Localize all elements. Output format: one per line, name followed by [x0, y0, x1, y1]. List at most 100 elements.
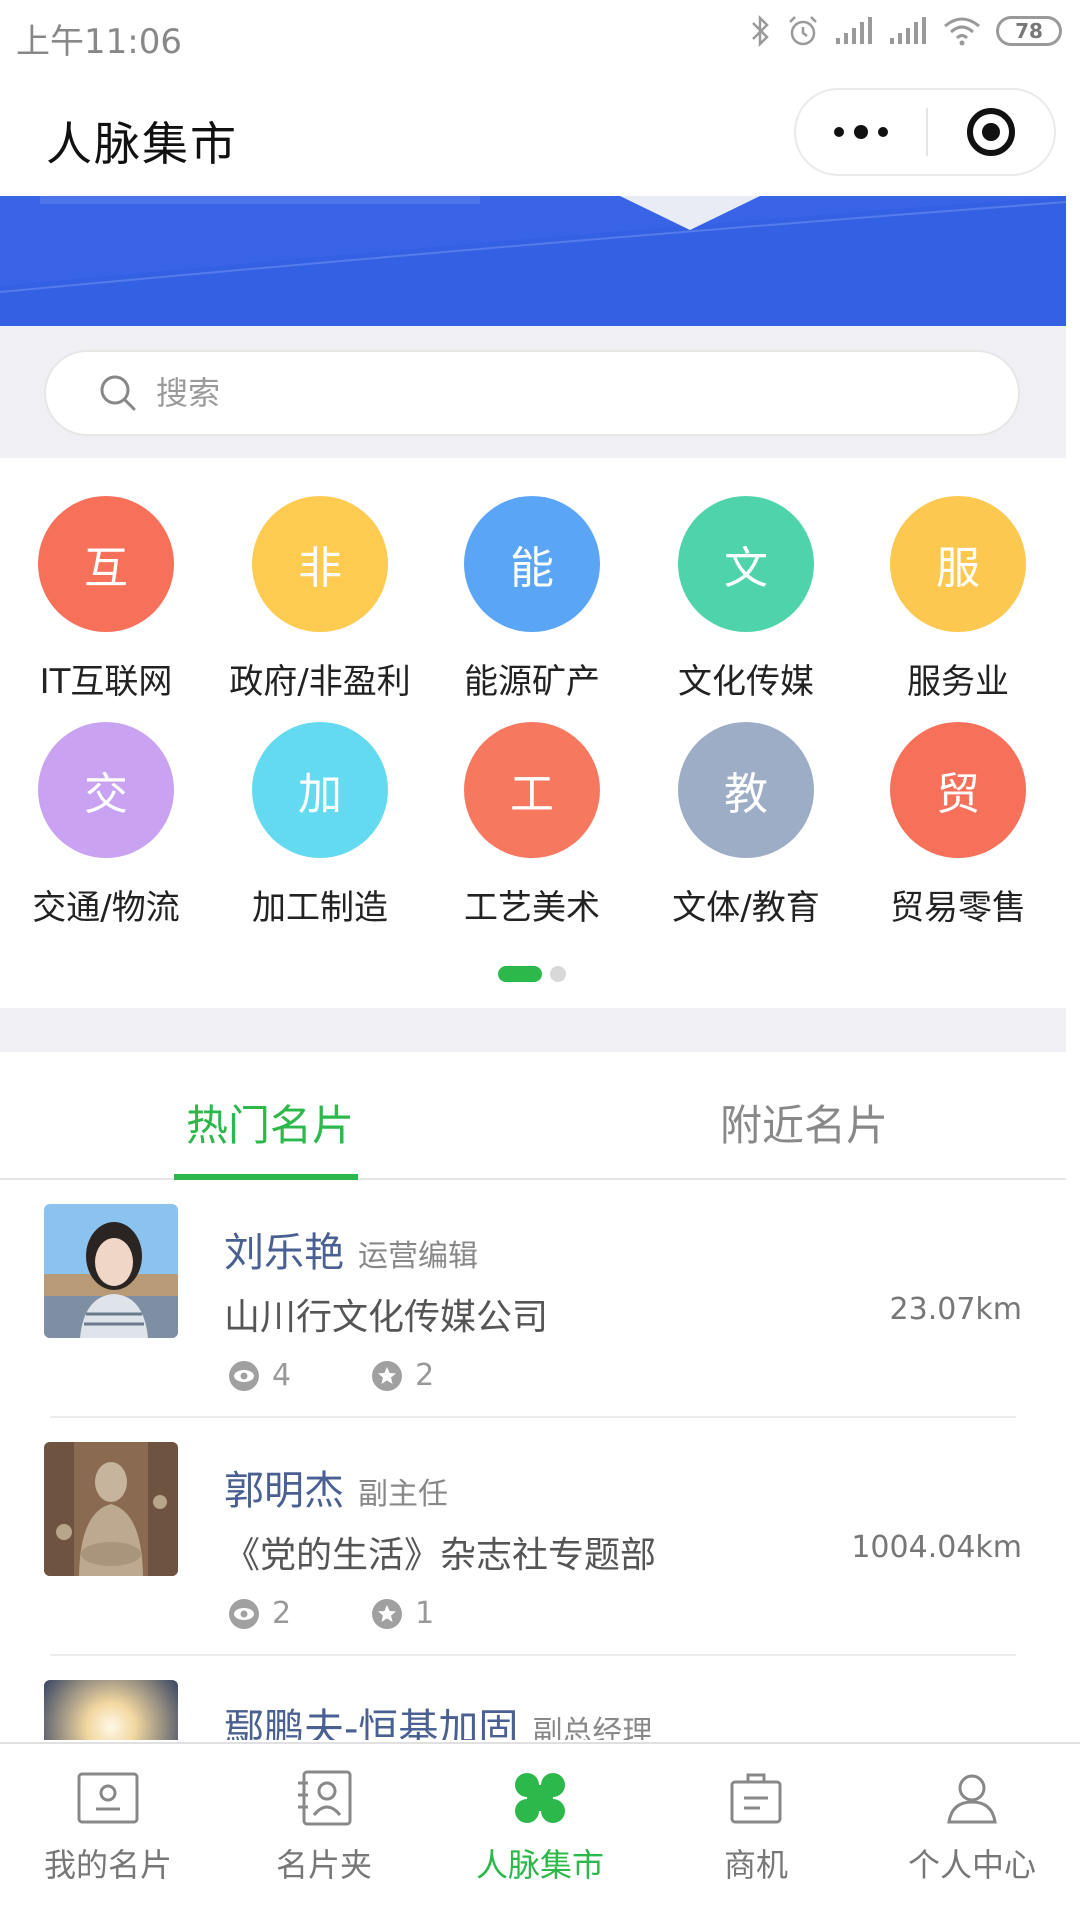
contact-role: 副总经理	[532, 1715, 653, 1740]
search-area	[0, 326, 1066, 458]
category-crafts[interactable]: 工 工艺美术	[432, 722, 632, 929]
battery-icon: 78	[996, 16, 1062, 46]
category-icon: 交	[38, 722, 174, 858]
category-label: 交通/物流	[32, 888, 180, 928]
search-icon	[100, 375, 136, 411]
contact-name: 刘乐艳 运营编辑	[224, 1230, 478, 1276]
page-dot	[550, 966, 566, 982]
contact-distance: 23.07km	[889, 1292, 1022, 1327]
nav-label: 个人中心	[907, 1846, 1036, 1884]
card-tabs: 热门名片 附近名片	[0, 1052, 1066, 1180]
avatar	[44, 1680, 178, 1740]
contact-name: 鄢鹏夫-恒基加固 副总经理	[224, 1696, 652, 1740]
category-retail[interactable]: 贸 贸易零售	[858, 722, 1058, 929]
bluetooth-icon	[752, 14, 769, 48]
category-label: 能源矿产	[464, 662, 600, 702]
bottom-nav: 我的名片 名片夹 人脉集市 商机 个人中心	[0, 1742, 1080, 1920]
section-divider	[0, 1008, 1066, 1052]
category-icon: 贸	[890, 722, 1026, 858]
category-education[interactable]: 教 文体/教育	[646, 722, 846, 929]
category-label: 文体/教育	[672, 888, 820, 928]
category-icon: 文	[678, 496, 814, 632]
category-row: 互 IT互联网 非 政府/非盈利 能 能源矿产 文 文化传媒 服 服务业	[0, 496, 1066, 706]
category-icon: 互	[38, 496, 174, 632]
category-energy[interactable]: 能 能源矿产	[432, 496, 632, 703]
category-media[interactable]: 文 文化传媒	[646, 496, 846, 703]
target-icon	[967, 108, 1015, 156]
nav-market[interactable]: 人脉集市	[432, 1744, 648, 1920]
category-government[interactable]: 非 政府/非盈利	[220, 496, 420, 703]
search-input[interactable]	[156, 374, 856, 412]
category-label: 政府/非盈利	[229, 662, 411, 702]
category-label: 贸易零售	[890, 888, 1026, 928]
signal-icon	[890, 17, 926, 44]
eye-icon	[229, 1360, 259, 1391]
view-count: 4	[228, 1358, 291, 1393]
category-label: IT互联网	[39, 662, 173, 702]
card-list: 刘乐艳 运营编辑 山川行文化传媒公司 23.07km 4 2 郭明杰 副主任 《…	[0, 1180, 1066, 1740]
alarm-icon	[789, 16, 817, 46]
eye-icon	[229, 1598, 259, 1629]
contact-name: 郭明杰 副主任	[224, 1468, 448, 1514]
list-item[interactable]: 刘乐艳 运营编辑 山川行文化传媒公司 23.07km 4 2	[0, 1180, 1066, 1418]
status-bar: 上午11:06 78	[0, 0, 1080, 70]
id-card-icon	[77, 1772, 139, 1824]
page-dot-active	[498, 966, 542, 982]
status-icons: 78	[750, 14, 1062, 48]
category-icon: 服	[890, 496, 1026, 632]
star-count: 1	[371, 1596, 434, 1631]
tab-nearby-cards[interactable]: 附近名片	[720, 1092, 888, 1153]
nav-label: 商机	[723, 1846, 788, 1884]
title-bar: 人脉集市	[0, 70, 1080, 196]
category-it[interactable]: 互 IT互联网	[6, 496, 206, 703]
clover-icon	[515, 1773, 565, 1823]
category-manufacturing[interactable]: 加 加工制造	[220, 722, 420, 929]
avatar	[44, 1442, 178, 1576]
list-item[interactable]: 郭明杰 副主任 《党的生活》杂志社专题部 1004.04km 2 1	[0, 1418, 1066, 1656]
mini-program-capsule	[794, 88, 1056, 176]
category-icon: 非	[252, 496, 388, 632]
category-label: 工艺美术	[464, 888, 600, 928]
signal-icon	[836, 17, 872, 44]
category-grid: 互 IT互联网 非 政府/非盈利 能 能源矿产 文 文化传媒 服 服务业 交 交…	[0, 458, 1066, 1008]
close-button[interactable]	[928, 108, 1054, 156]
nav-label: 我的名片	[43, 1846, 172, 1884]
category-label: 服务业	[907, 662, 1009, 702]
nav-label: 人脉集市	[475, 1846, 604, 1884]
star-icon	[372, 1598, 403, 1629]
category-label: 文化传媒	[678, 662, 814, 702]
contact-role: 副主任	[358, 1477, 448, 1512]
banner-graphic	[0, 196, 1066, 326]
card-stats: 4 2	[228, 1358, 514, 1393]
star-icon	[372, 1360, 403, 1391]
status-time: 上午11:06	[16, 22, 182, 62]
page-indicator	[498, 966, 566, 982]
nav-label: 名片夹	[275, 1846, 372, 1884]
contact-company: 山川行文化传媒公司	[224, 1297, 549, 1338]
banner[interactable]	[0, 196, 1066, 326]
briefcase-icon	[730, 1773, 782, 1824]
category-service[interactable]: 服 服务业	[858, 496, 1058, 703]
nav-card-holder[interactable]: 名片夹	[216, 1744, 432, 1920]
view-count: 2	[228, 1596, 291, 1631]
nav-my-card[interactable]: 我的名片	[0, 1744, 216, 1920]
tab-hot-cards[interactable]: 热门名片	[186, 1092, 354, 1153]
page-title: 人脉集市	[46, 117, 238, 171]
category-row: 交 交通/物流 加 加工制造 工 工艺美术 教 文体/教育 贸 贸易零售	[0, 722, 1066, 932]
contact-distance: 1004.04km	[851, 1530, 1022, 1565]
category-logistics[interactable]: 交 交通/物流	[6, 722, 206, 929]
category-icon: 工	[464, 722, 600, 858]
list-item[interactable]: 鄢鹏夫-恒基加固 副总经理	[0, 1656, 1066, 1740]
person-icon	[947, 1774, 997, 1824]
star-count: 2	[371, 1358, 434, 1393]
category-label: 加工制造	[252, 888, 388, 928]
wifi-icon	[944, 17, 980, 46]
contact-role: 运营编辑	[358, 1239, 478, 1274]
search-bar[interactable]	[44, 350, 1020, 436]
nav-personal[interactable]: 个人中心	[864, 1744, 1080, 1920]
category-icon: 教	[678, 722, 814, 858]
nav-business[interactable]: 商机	[648, 1744, 864, 1920]
more-button[interactable]	[796, 90, 926, 174]
contact-company: 《党的生活》杂志社专题部	[224, 1535, 657, 1576]
category-icon: 加	[252, 722, 388, 858]
